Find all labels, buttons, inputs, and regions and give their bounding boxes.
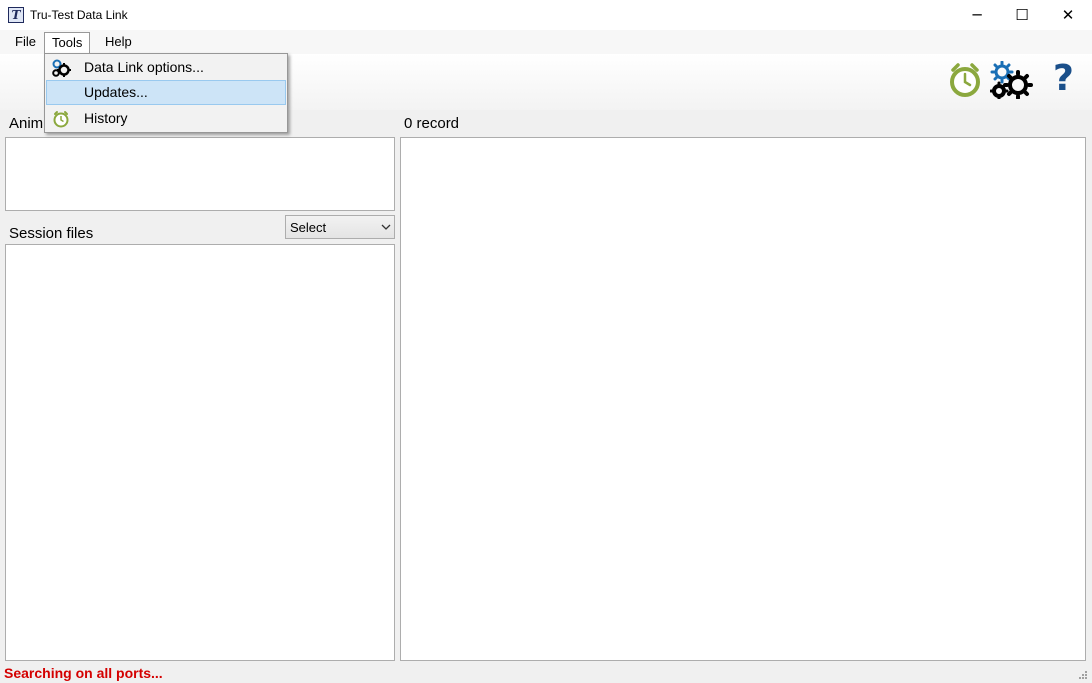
gears-icon xyxy=(52,59,71,77)
window-title: Tru-Test Data Link xyxy=(30,8,128,22)
animals-label: Anim xyxy=(9,115,44,132)
resize-grip-icon[interactable] xyxy=(1078,670,1088,680)
menu-item-data-link-options[interactable]: Data Link options... xyxy=(46,55,286,80)
maximize-button[interactable]: ☐ xyxy=(999,0,1045,30)
menu-item-label: Data Link options... xyxy=(84,59,204,75)
session-files-label: Session files xyxy=(9,225,94,242)
settings-gears-icon[interactable] xyxy=(990,61,1036,99)
record-count-label: 0 record xyxy=(404,115,460,132)
select-value: Select xyxy=(290,220,327,235)
menu-tools[interactable]: Tools xyxy=(44,32,91,55)
menu-item-updates[interactable]: Updates... xyxy=(46,80,286,105)
app-icon: T xyxy=(8,7,24,23)
history-clock-icon[interactable] xyxy=(948,62,982,98)
menu-help[interactable]: Help xyxy=(98,32,139,54)
status-text: Searching on all ports... xyxy=(4,665,163,681)
records-panel[interactable] xyxy=(400,137,1086,661)
tools-dropdown-menu: Data Link options... Updates... History xyxy=(44,53,288,133)
session-select-dropdown[interactable]: Select xyxy=(285,215,395,239)
menu-item-label: Updates... xyxy=(84,84,148,100)
chevron-down-icon xyxy=(381,224,391,230)
clock-icon xyxy=(53,111,69,128)
animals-list[interactable] xyxy=(5,137,395,211)
session-files-list[interactable] xyxy=(5,244,395,661)
minimize-button[interactable]: ─ xyxy=(954,0,1000,30)
menu-item-label: History xyxy=(84,110,128,126)
title-bar xyxy=(0,0,1092,30)
help-icon[interactable]: ? xyxy=(1053,58,1074,99)
close-button[interactable]: ✕ xyxy=(1045,0,1091,30)
menu-item-history[interactable]: History xyxy=(46,106,286,131)
menu-file[interactable]: File xyxy=(8,32,43,54)
menu-bar xyxy=(0,30,1092,54)
